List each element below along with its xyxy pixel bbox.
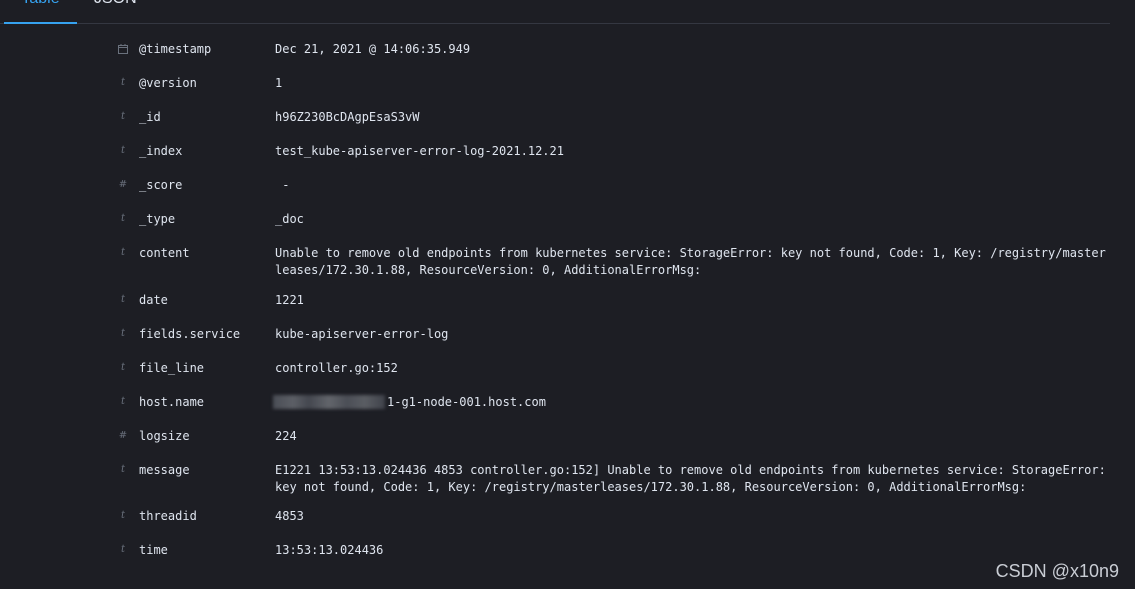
- redacted-hostname-prefix: [273, 395, 385, 409]
- tab-table[interactable]: Table: [4, 0, 77, 24]
- doc-view-tabs: Table JSON: [0, 0, 1110, 24]
- string-type-icon: t: [120, 247, 126, 258]
- field-name: _score: [139, 178, 183, 192]
- string-type-icon: t: [120, 77, 126, 88]
- string-type-icon: t: [120, 111, 126, 122]
- field-value: -: [275, 178, 290, 192]
- field-name: _id: [139, 110, 161, 124]
- field-value: E1221 13:53:13.024436 4853 controller.go…: [275, 463, 1106, 494]
- field-value: test_kube-apiserver-error-log-2021.12.21: [275, 144, 564, 158]
- field-value: h96Z230BcDAgpEsaS3vW: [275, 110, 420, 124]
- field-name: @version: [139, 76, 197, 90]
- field-value: 1-g1-node-001.host.com: [273, 394, 1107, 411]
- field-value: Unable to remove old endpoints from kube…: [275, 246, 1106, 277]
- string-type-icon: t: [120, 464, 126, 475]
- string-type-icon: t: [120, 396, 126, 407]
- field-name: _type: [139, 212, 176, 226]
- number-type-icon: #: [118, 179, 128, 190]
- number-type-icon: #: [118, 430, 128, 441]
- field-value: controller.go:152: [275, 361, 398, 375]
- string-type-icon: t: [120, 544, 126, 555]
- field-value-text: 1-g1-node-001.host.com: [387, 395, 546, 409]
- field-name: time: [139, 543, 168, 557]
- field-value: 4853: [275, 509, 304, 523]
- field-name: content: [139, 246, 190, 260]
- field-value: 224: [275, 429, 297, 443]
- watermark: CSDN @x10n9: [995, 561, 1119, 581]
- field-name: fields.service: [139, 327, 241, 341]
- field-name: threadid: [139, 509, 197, 523]
- field-value: 1: [275, 76, 283, 90]
- string-type-icon: t: [120, 294, 126, 305]
- field-value: Dec 21, 2021 @ 14:06:35.949: [275, 42, 471, 56]
- string-type-icon: t: [120, 328, 126, 339]
- field-name: date: [139, 293, 168, 307]
- field-value: _doc: [275, 212, 304, 226]
- string-type-icon: t: [120, 362, 126, 373]
- string-type-icon: t: [120, 213, 126, 224]
- field-name: @timestamp: [139, 42, 212, 56]
- calendar-icon: [115, 41, 131, 54]
- field-value: kube-apiserver-error-log: [275, 327, 449, 341]
- tab-json[interactable]: JSON: [94, 0, 137, 22]
- field-value: 1221: [275, 293, 304, 307]
- field-name: file_line: [139, 361, 205, 375]
- field-name: message: [139, 463, 190, 477]
- string-type-icon: t: [120, 510, 126, 521]
- field-name: host.name: [139, 395, 205, 409]
- field-name: _index: [139, 144, 183, 158]
- string-type-icon: t: [120, 145, 126, 156]
- field-name: logsize: [139, 429, 190, 443]
- field-value: 13:53:13.024436: [275, 543, 384, 557]
